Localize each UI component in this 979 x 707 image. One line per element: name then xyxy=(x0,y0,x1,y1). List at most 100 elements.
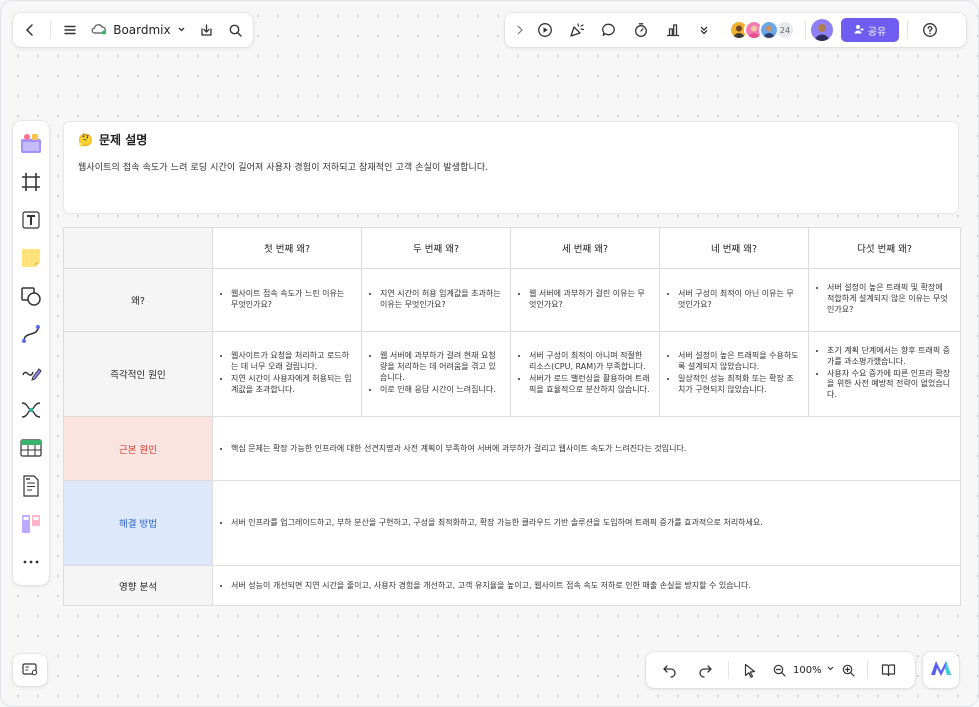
table-cell[interactable]: 웹 서버에 과부하가 걸린 이유는 무엇인가요? xyxy=(510,268,660,332)
board-title-button[interactable]: Boardmix xyxy=(87,16,189,44)
zoom-out-icon[interactable] xyxy=(769,656,789,684)
list-item: 사용자 수요 증가에 따른 인프라 확장을 위한 사전 예방적 전략이 없었습니… xyxy=(827,369,952,401)
share-button[interactable]: 공유 xyxy=(841,18,899,42)
table-cell[interactable]: 서버 인프라를 업그레이드하고, 부하 분산을 구현하고, 구성을 최적화하고,… xyxy=(212,480,961,566)
text-icon[interactable] xyxy=(13,201,49,239)
row-label[interactable]: 영향 분석 xyxy=(63,565,213,606)
column-header[interactable]: 세 번째 왜? xyxy=(510,227,660,269)
redo-icon[interactable] xyxy=(688,656,722,684)
list-item: 서버 설정이 높은 트래픽 및 확장에 적합하게 설계되지 않은 이유는 무엇인… xyxy=(827,283,952,315)
chevron-down-icon xyxy=(177,23,186,37)
minimap-button[interactable] xyxy=(13,654,47,686)
current-user-avatar[interactable] xyxy=(811,19,833,41)
list-item: 서버 구성이 최적이 아닌 이유는 무엇인가요? xyxy=(678,289,800,311)
row-label[interactable]: 왜? xyxy=(63,268,213,332)
template-icon[interactable] xyxy=(13,125,49,163)
menu-icon[interactable] xyxy=(59,16,82,44)
list-item: 서버가 로드 밸런싱을 활용하여 트래픽을 효율적으로 분산하지 않습니다. xyxy=(529,374,651,396)
table-cell[interactable]: 서버 성능이 개선되면 지연 시간을 줄이고, 사용자 경험을 개선하고, 고객… xyxy=(212,565,961,606)
list-item: 서버 성능이 개선되면 지연 시간을 줄이고, 사용자 경험을 개선하고, 고객… xyxy=(231,580,960,591)
problem-description-card[interactable]: 🤔 문제 설명 웹사이트의 접속 속도가 느려 로딩 시간이 길어져 사용자 경… xyxy=(63,121,959,214)
list-item: 웹사이트가 요청을 처리하고 로드하는 데 너무 오래 걸립니다. xyxy=(231,351,353,373)
row-label[interactable]: 즉각적인 원인 xyxy=(63,331,213,417)
document-icon[interactable] xyxy=(13,467,49,505)
why-row: 왜? 웹사이트 접속 속도가 느린 이유는 무엇인가요? 지연 시간이 허용 임… xyxy=(63,268,961,332)
divider xyxy=(805,21,806,39)
impact-row: 영향 분석 서버 성능이 개선되면 지연 시간을 줄이고, 사용자 경험을 개선… xyxy=(63,565,961,606)
table-cell[interactable]: 서버 구성이 최적이 아니며 적절한 리소스(CPU, RAM)가 부족합니다.… xyxy=(510,331,660,417)
boardmix-logo-icon xyxy=(930,660,952,680)
more-icon[interactable] xyxy=(13,543,49,581)
kanban-icon[interactable] xyxy=(13,505,49,543)
table-cell[interactable]: 서버 설정이 높은 트래픽 및 확장에 적합하게 설계되지 않은 이유는 무엇인… xyxy=(808,268,961,332)
chevron-down-icon[interactable] xyxy=(826,664,835,676)
corner-cell xyxy=(63,227,213,269)
thinking-emoji-icon: 🤔 xyxy=(78,132,93,147)
divider xyxy=(49,21,51,39)
bottom-controls: 100% xyxy=(646,652,915,688)
table-icon[interactable] xyxy=(13,429,49,467)
zoom-level[interactable]: 100% xyxy=(793,665,822,676)
table-cell[interactable]: 초기 계획 단계에서는 향후 트래픽 증가를 과소평가했습니다. 사용자 수요 … xyxy=(808,331,961,417)
left-toolbar xyxy=(13,121,49,585)
column-header[interactable]: 첫 번째 왜? xyxy=(212,227,362,269)
table-cell[interactable]: 웹사이트가 요청을 처리하고 로드하는 데 너무 오래 걸립니다. 지연 시간이… xyxy=(212,331,362,417)
row-label[interactable]: 해결 방법 xyxy=(63,480,213,566)
table-cell[interactable]: 지연 시간이 허용 임계값을 초과하는 이유는 무엇인가요? xyxy=(361,268,511,332)
table-cell[interactable]: 서버 구성이 최적이 아닌 이유는 무엇인가요? xyxy=(659,268,809,332)
search-icon[interactable] xyxy=(224,16,247,44)
list-item: 일상적인 성능 최적화 또는 확장 조치가 구현되지 않았습니다. xyxy=(678,374,800,396)
vote-icon[interactable] xyxy=(657,16,689,44)
problem-description: 웹사이트의 접속 속도가 느려 로딩 시간이 길어져 사용자 경험이 저하되고 … xyxy=(78,163,489,173)
avatar xyxy=(759,20,779,40)
help-icon[interactable] xyxy=(916,16,944,44)
cloud-sync-icon xyxy=(91,23,107,38)
back-icon[interactable] xyxy=(19,16,42,44)
expand-icon[interactable] xyxy=(511,16,529,44)
zoom-in-icon[interactable] xyxy=(839,656,859,684)
list-item: 이로 인해 응답 시간이 느려집니다. xyxy=(380,385,502,396)
list-item: 지연 시간이 허용 임계값을 초과하는 이유는 무엇인가요? xyxy=(380,289,502,311)
mindmap-icon[interactable] xyxy=(13,391,49,429)
top-right-toolbar: 24 공유 xyxy=(505,13,966,47)
boardmix-logo-button[interactable] xyxy=(923,652,959,688)
row-label[interactable]: 근본 원인 xyxy=(63,416,213,481)
download-icon[interactable] xyxy=(196,16,219,44)
divider xyxy=(866,661,868,679)
pen-icon[interactable] xyxy=(13,353,49,391)
problem-title: 문제 설명 xyxy=(98,133,148,147)
play-icon[interactable] xyxy=(529,16,561,44)
divider xyxy=(728,661,729,679)
timer-icon[interactable] xyxy=(625,16,657,44)
select-icon[interactable] xyxy=(735,656,765,684)
column-header[interactable]: 네 번째 왜? xyxy=(659,227,809,269)
column-header[interactable]: 다섯 번째 왜? xyxy=(808,227,961,269)
column-header[interactable]: 두 번째 왜? xyxy=(361,227,511,269)
solution-row: 해결 방법 서버 인프라를 업그레이드하고, 부하 분산을 구현하고, 구성을 … xyxy=(63,480,961,566)
more-chevron-icon[interactable] xyxy=(689,16,719,44)
book-icon[interactable] xyxy=(874,656,904,684)
table-cell[interactable]: 서버 설정이 높은 트래픽을 수용하도록 설계되지 않았습니다. 일상적인 성능… xyxy=(659,331,809,417)
table-cell[interactable]: 웹사이트 접속 속도가 느린 이유는 무엇인가요? xyxy=(212,268,362,332)
comment-icon[interactable] xyxy=(593,16,625,44)
connector-icon[interactable] xyxy=(13,315,49,353)
list-item: 웹 서버에 과부하가 걸린 이유는 무엇인가요? xyxy=(529,289,651,311)
five-whys-table[interactable]: 첫 번째 왜? 두 번째 왜? 세 번째 왜? 네 번째 왜? 다섯 번째 왜?… xyxy=(63,227,961,606)
top-left-toolbar: Boardmix xyxy=(13,13,253,47)
table-header-row: 첫 번째 왜? 두 번째 왜? 세 번째 왜? 네 번째 왜? 다섯 번째 왜? xyxy=(63,227,961,269)
list-item: 서버 구성이 최적이 아니며 적절한 리소스(CPU, RAM)가 부족합니다. xyxy=(529,351,651,373)
table-cell[interactable]: 핵심 문제는 확장 가능한 인프라에 대한 선견지명과 사전 계획이 부족하여 … xyxy=(212,416,961,481)
minimap-icon xyxy=(22,661,38,680)
table-cell[interactable]: 웹 서버에 과부하가 걸려 현재 요청량을 처리하는 데 어려움을 겪고 있습니… xyxy=(361,331,511,417)
undo-icon[interactable] xyxy=(652,656,686,684)
immediate-cause-row: 즉각적인 원인 웹사이트가 요청을 처리하고 로드하는 데 너무 오래 걸립니다… xyxy=(63,331,961,417)
celebrate-icon[interactable] xyxy=(561,16,593,44)
list-item: 지연 시간이 사용자에게 허용되는 임계값을 초과합니다. xyxy=(231,374,353,396)
list-item: 웹 서버에 과부하가 걸려 현재 요청량을 처리하는 데 어려움을 겪고 있습니… xyxy=(380,351,502,383)
sticky-note-icon[interactable] xyxy=(13,239,49,277)
shape-icon[interactable] xyxy=(13,277,49,315)
collaborator-avatars[interactable]: 24 xyxy=(729,20,795,40)
board-title: Boardmix xyxy=(113,23,171,37)
frame-icon[interactable] xyxy=(13,163,49,201)
list-item: 서버 인프라를 업그레이드하고, 부하 분산을 구현하고, 구성을 최적화하고,… xyxy=(231,517,960,528)
